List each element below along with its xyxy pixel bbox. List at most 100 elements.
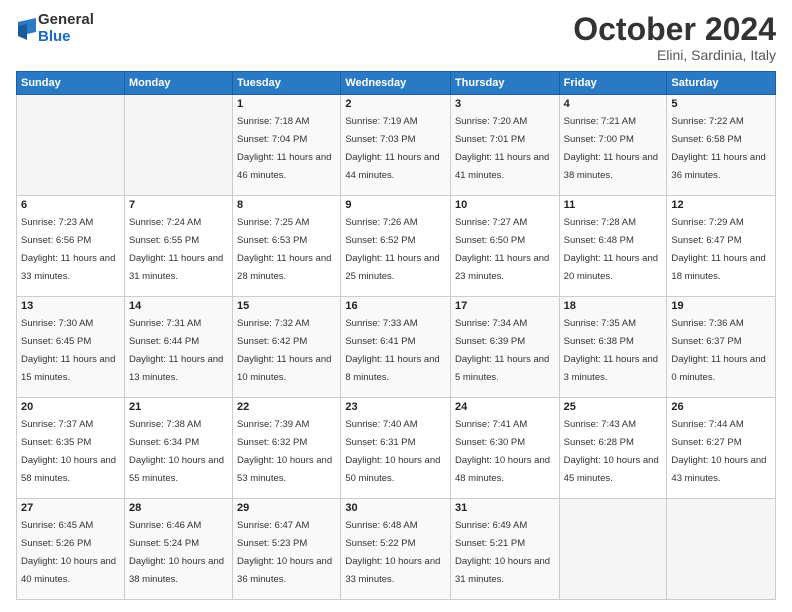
cell-1-1: 7 Sunrise: 7:24 AM Sunset: 6:55 PM Dayli… [124, 196, 232, 297]
cell-sunset: Sunset: 6:50 PM [455, 235, 525, 246]
cell-day: 1 [237, 98, 336, 110]
cell-0-2: 1 Sunrise: 7:18 AM Sunset: 7:04 PM Dayli… [233, 95, 341, 196]
cell-sunrise: Sunrise: 7:40 AM [345, 419, 417, 430]
cell-daylight: Daylight: 11 hours and 20 minutes. [564, 253, 658, 282]
cell-day: 10 [455, 199, 555, 211]
cell-sunrise: Sunrise: 7:24 AM [129, 217, 201, 228]
cell-sunset: Sunset: 6:27 PM [671, 437, 741, 448]
cell-daylight: Daylight: 10 hours and 55 minutes. [129, 455, 224, 484]
cell-2-2: 15 Sunrise: 7:32 AM Sunset: 6:42 PM Dayl… [233, 297, 341, 398]
cell-daylight: Daylight: 11 hours and 23 minutes. [455, 253, 549, 282]
cell-0-1 [124, 95, 232, 196]
cell-day: 23 [345, 401, 446, 413]
cell-sunrise: Sunrise: 6:49 AM [455, 520, 527, 531]
cell-daylight: Daylight: 11 hours and 46 minutes. [237, 152, 331, 181]
cell-daylight: Daylight: 11 hours and 28 minutes. [237, 253, 331, 282]
cell-day: 22 [237, 401, 336, 413]
cell-0-5: 4 Sunrise: 7:21 AM Sunset: 7:00 PM Dayli… [559, 95, 667, 196]
cell-sunrise: Sunrise: 6:45 AM [21, 520, 93, 531]
cell-0-0 [17, 95, 125, 196]
cell-1-2: 8 Sunrise: 7:25 AM Sunset: 6:53 PM Dayli… [233, 196, 341, 297]
cell-4-3: 30 Sunrise: 6:48 AM Sunset: 5:22 PM Dayl… [341, 499, 451, 600]
cell-sunrise: Sunrise: 7:23 AM [21, 217, 93, 228]
cell-sunset: Sunset: 6:55 PM [129, 235, 199, 246]
cell-sunrise: Sunrise: 7:32 AM [237, 318, 309, 329]
col-wednesday: Wednesday [341, 72, 451, 95]
cell-4-1: 28 Sunrise: 6:46 AM Sunset: 5:24 PM Dayl… [124, 499, 232, 600]
cell-daylight: Daylight: 11 hours and 8 minutes. [345, 354, 439, 383]
cell-daylight: Daylight: 11 hours and 10 minutes. [237, 354, 331, 383]
cell-sunset: Sunset: 6:39 PM [455, 336, 525, 347]
cell-3-4: 24 Sunrise: 7:41 AM Sunset: 6:30 PM Dayl… [450, 398, 559, 499]
cell-daylight: Daylight: 10 hours and 36 minutes. [237, 556, 332, 585]
cell-day: 8 [237, 199, 336, 211]
cell-daylight: Daylight: 11 hours and 31 minutes. [129, 253, 223, 282]
cell-3-2: 22 Sunrise: 7:39 AM Sunset: 6:32 PM Dayl… [233, 398, 341, 499]
cell-day: 19 [671, 300, 771, 312]
cell-day: 30 [345, 502, 446, 514]
cell-day: 3 [455, 98, 555, 110]
cell-sunset: Sunset: 6:56 PM [21, 235, 91, 246]
cell-daylight: Daylight: 10 hours and 45 minutes. [564, 455, 659, 484]
cell-day: 27 [21, 502, 120, 514]
cell-1-3: 9 Sunrise: 7:26 AM Sunset: 6:52 PM Dayli… [341, 196, 451, 297]
cell-sunrise: Sunrise: 7:26 AM [345, 217, 417, 228]
cell-day: 11 [564, 199, 663, 211]
cell-sunset: Sunset: 6:58 PM [671, 134, 741, 145]
cell-4-4: 31 Sunrise: 6:49 AM Sunset: 5:21 PM Dayl… [450, 499, 559, 600]
cell-1-5: 11 Sunrise: 7:28 AM Sunset: 6:48 PM Dayl… [559, 196, 667, 297]
logo-text: General Blue [38, 12, 94, 45]
cell-daylight: Daylight: 10 hours and 31 minutes. [455, 556, 550, 585]
cell-sunset: Sunset: 7:04 PM [237, 134, 307, 145]
cell-sunrise: Sunrise: 7:41 AM [455, 419, 527, 430]
cell-4-5 [559, 499, 667, 600]
cell-sunset: Sunset: 6:35 PM [21, 437, 91, 448]
cell-daylight: Daylight: 11 hours and 13 minutes. [129, 354, 223, 383]
cell-sunset: Sunset: 6:32 PM [237, 437, 307, 448]
cell-3-1: 21 Sunrise: 7:38 AM Sunset: 6:34 PM Dayl… [124, 398, 232, 499]
week-row-4: 20 Sunrise: 7:37 AM Sunset: 6:35 PM Dayl… [17, 398, 776, 499]
title-location: Elini, Sardinia, Italy [573, 47, 776, 63]
cell-day: 15 [237, 300, 336, 312]
cell-sunset: Sunset: 6:28 PM [564, 437, 634, 448]
cell-sunset: Sunset: 5:26 PM [21, 538, 91, 549]
col-tuesday: Tuesday [233, 72, 341, 95]
cell-4-2: 29 Sunrise: 6:47 AM Sunset: 5:23 PM Dayl… [233, 499, 341, 600]
cell-sunset: Sunset: 7:01 PM [455, 134, 525, 145]
cell-sunrise: Sunrise: 7:28 AM [564, 217, 636, 228]
cell-daylight: Daylight: 11 hours and 18 minutes. [671, 253, 765, 282]
cell-day: 2 [345, 98, 446, 110]
cell-sunrise: Sunrise: 7:44 AM [671, 419, 743, 430]
cell-sunrise: Sunrise: 7:20 AM [455, 116, 527, 127]
cell-sunrise: Sunrise: 7:27 AM [455, 217, 527, 228]
cell-sunset: Sunset: 6:30 PM [455, 437, 525, 448]
cell-day: 13 [21, 300, 120, 312]
logo: General Blue [16, 12, 94, 45]
cell-sunrise: Sunrise: 7:43 AM [564, 419, 636, 430]
cell-daylight: Daylight: 10 hours and 38 minutes. [129, 556, 224, 585]
cell-sunrise: Sunrise: 7:34 AM [455, 318, 527, 329]
cell-sunset: Sunset: 6:37 PM [671, 336, 741, 347]
cell-sunset: Sunset: 6:47 PM [671, 235, 741, 246]
cell-daylight: Daylight: 10 hours and 53 minutes. [237, 455, 332, 484]
cell-sunrise: Sunrise: 7:25 AM [237, 217, 309, 228]
cell-sunset: Sunset: 6:42 PM [237, 336, 307, 347]
cell-day: 24 [455, 401, 555, 413]
cell-day: 5 [671, 98, 771, 110]
cell-day: 9 [345, 199, 446, 211]
cell-sunset: Sunset: 5:21 PM [455, 538, 525, 549]
cell-sunrise: Sunrise: 7:36 AM [671, 318, 743, 329]
page: General Blue October 2024 Elini, Sardini… [0, 0, 792, 612]
cell-sunrise: Sunrise: 6:46 AM [129, 520, 201, 531]
cell-sunset: Sunset: 5:23 PM [237, 538, 307, 549]
cell-3-0: 20 Sunrise: 7:37 AM Sunset: 6:35 PM Dayl… [17, 398, 125, 499]
cell-daylight: Daylight: 11 hours and 5 minutes. [455, 354, 549, 383]
cell-sunset: Sunset: 6:44 PM [129, 336, 199, 347]
cell-day: 17 [455, 300, 555, 312]
cell-2-1: 14 Sunrise: 7:31 AM Sunset: 6:44 PM Dayl… [124, 297, 232, 398]
cell-daylight: Daylight: 10 hours and 50 minutes. [345, 455, 440, 484]
cell-day: 16 [345, 300, 446, 312]
header: General Blue October 2024 Elini, Sardini… [16, 12, 776, 63]
title-month: October 2024 [573, 12, 776, 47]
cell-sunrise: Sunrise: 7:21 AM [564, 116, 636, 127]
